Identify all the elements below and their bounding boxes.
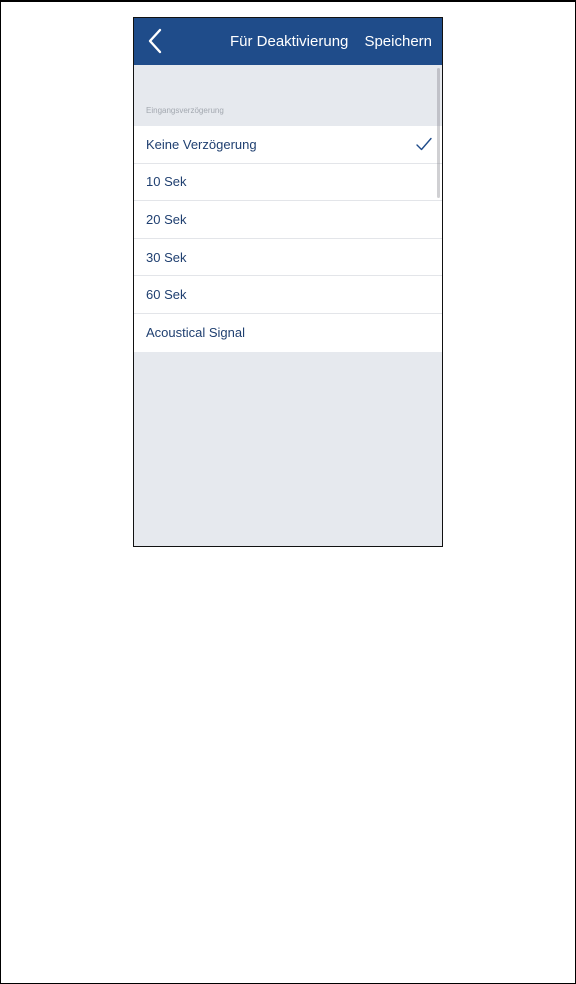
- navigation-bar: Für Deaktivierung Speichern: [134, 18, 442, 65]
- option-60-sek[interactable]: 60 Sek: [134, 276, 442, 314]
- option-label: Acoustical Signal: [146, 325, 245, 341]
- checkmark-icon: [416, 137, 432, 151]
- option-label: 10 Sek: [146, 174, 187, 190]
- delay-options-list: Keine Verzögerung 10 Sek 20 Sek 30 Sek 6…: [134, 126, 442, 352]
- option-label: 30 Sek: [146, 249, 187, 265]
- option-30-sek[interactable]: 30 Sek: [134, 239, 442, 277]
- back-button[interactable]: [144, 26, 170, 56]
- top-spacer: [134, 65, 442, 95]
- chevron-left-icon: [148, 28, 162, 54]
- phone-screen: Für Deaktivierung Speichern Eingangsverz…: [133, 17, 443, 547]
- option-10-sek[interactable]: 10 Sek: [134, 164, 442, 202]
- scrollbar[interactable]: [437, 68, 440, 198]
- option-20-sek[interactable]: 20 Sek: [134, 201, 442, 239]
- page-title: Für Deaktivierung: [230, 33, 349, 50]
- section-header: Eingangsverzögerung: [134, 95, 442, 125]
- option-label: 20 Sek: [146, 211, 187, 227]
- option-acoustical-signal[interactable]: Acoustical Signal: [134, 314, 442, 352]
- option-label: Keine Verzögerung: [146, 136, 257, 152]
- option-label: 60 Sek: [146, 287, 187, 303]
- save-button[interactable]: Speichern: [364, 33, 432, 50]
- option-no-delay[interactable]: Keine Verzögerung: [134, 126, 442, 164]
